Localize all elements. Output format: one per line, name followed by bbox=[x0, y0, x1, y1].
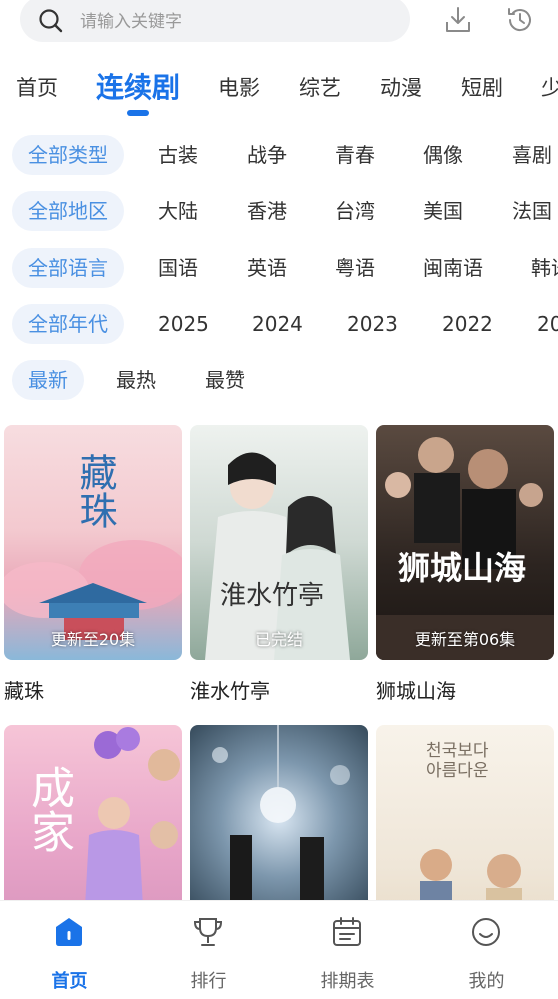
filter-chip[interactable]: 青春 bbox=[335, 135, 375, 175]
filter-row-year: 全部年代 2025 2024 2023 2022 20 bbox=[0, 304, 558, 346]
filter-chip[interactable]: 台湾 bbox=[335, 191, 375, 231]
filter-chip[interactable]: 英语 bbox=[247, 248, 287, 288]
filter-chip[interactable]: 全部类型 bbox=[12, 135, 124, 175]
filter-chip[interactable]: 香港 bbox=[247, 191, 287, 231]
nav-label: 首页 bbox=[51, 971, 88, 992]
filter-chip[interactable]: 战争 bbox=[247, 135, 287, 175]
tab-anime[interactable]: 动漫 bbox=[380, 72, 422, 102]
tab-more[interactable]: 少 bbox=[541, 72, 558, 102]
show-title: 淮水竹亭 bbox=[190, 679, 270, 703]
sort-chip-hot[interactable]: 最热 bbox=[116, 360, 156, 400]
trophy-icon bbox=[193, 918, 223, 946]
home-icon bbox=[56, 918, 82, 946]
profile-icon bbox=[472, 918, 500, 946]
filter-chip[interactable]: 喜剧 bbox=[512, 135, 552, 175]
poster-title-text: 淮水竹亭 bbox=[220, 581, 325, 611]
nav-label: 我的 bbox=[468, 971, 505, 992]
episode-badge: 更新至第06集 bbox=[414, 630, 516, 649]
poster-title-text: 천국보다 아름다운 bbox=[426, 741, 489, 781]
filter-chip[interactable]: 国语 bbox=[158, 248, 198, 288]
tab-series[interactable]: 连续剧 bbox=[96, 66, 180, 106]
download-icon[interactable] bbox=[442, 4, 474, 36]
nav-item-home[interactable]: 首页 bbox=[0, 901, 139, 999]
nav-item-profile[interactable]: 我的 bbox=[417, 901, 556, 999]
sort-chip-latest[interactable]: 最新 bbox=[12, 360, 84, 400]
sort-chip-liked[interactable]: 最赞 bbox=[205, 360, 245, 400]
tab-home[interactable]: 首页 bbox=[16, 72, 58, 102]
nav-item-rank[interactable]: 排行 bbox=[139, 901, 278, 999]
episode-badge: 已完结 bbox=[254, 630, 303, 649]
search-bar[interactable]: 请输入关键字 bbox=[20, 0, 410, 42]
tab-short-drama[interactable]: 短剧 bbox=[461, 72, 503, 102]
poster-image: 狮城山海 更新至第06集 bbox=[376, 425, 554, 660]
nav-label: 排期表 bbox=[320, 971, 375, 992]
nav-label: 排行 bbox=[190, 971, 227, 992]
poster-image: 淮水竹亭 已完结 bbox=[190, 425, 368, 660]
filter-chip[interactable]: 闽南语 bbox=[423, 248, 483, 288]
filter-chip[interactable]: 2025 bbox=[158, 304, 209, 344]
show-title: 狮城山海 bbox=[376, 679, 456, 703]
history-icon[interactable] bbox=[504, 4, 536, 36]
filter-row-language: 全部语言 国语 英语 粤语 闽南语 韩语 bbox=[0, 248, 558, 290]
poster-title-text: 成家 bbox=[23, 765, 74, 853]
filter-chip[interactable]: 偶像 bbox=[423, 135, 463, 175]
poster-image: 藏珠 更新至20集 bbox=[4, 425, 182, 660]
tab-variety[interactable]: 综艺 bbox=[299, 72, 341, 102]
filter-chip[interactable]: 全部年代 bbox=[12, 304, 124, 344]
show-title: 藏珠 bbox=[4, 679, 44, 703]
filter-chip[interactable]: 全部语言 bbox=[12, 248, 124, 288]
filter-chip[interactable]: 法国 bbox=[512, 191, 552, 231]
poster-title-text: 藏珠 bbox=[73, 453, 117, 529]
filter-chip[interactable]: 韩语 bbox=[531, 248, 558, 288]
filter-row-type: 全部类型 古装 战争 青春 偶像 喜剧 bbox=[0, 135, 558, 177]
filter-chip[interactable]: 大陆 bbox=[158, 191, 198, 231]
filter-chip[interactable]: 2023 bbox=[347, 304, 398, 344]
search-icon bbox=[39, 9, 63, 33]
calendar-icon bbox=[333, 917, 361, 946]
filter-row-region: 全部地区 大陆 香港 台湾 美国 法国 bbox=[0, 191, 558, 233]
filter-chip[interactable]: 粤语 bbox=[335, 248, 375, 288]
filter-chip[interactable]: 美国 bbox=[423, 191, 463, 231]
poster-art bbox=[205, 452, 350, 660]
tab-movie[interactable]: 电影 bbox=[218, 72, 260, 102]
active-tab-indicator bbox=[127, 110, 149, 116]
filter-chip[interactable]: 2022 bbox=[442, 304, 493, 344]
filter-chip[interactable]: 全部地区 bbox=[12, 191, 124, 231]
bottom-nav: 首页 排行 排期表 我的 bbox=[0, 900, 558, 999]
nav-item-schedule[interactable]: 排期表 bbox=[278, 901, 417, 999]
sort-row: 最新 最热 最赞 bbox=[0, 360, 558, 402]
filter-chip[interactable]: 2024 bbox=[252, 304, 303, 344]
category-tabs: 首页 连续剧 电影 综艺 动漫 短剧 少 bbox=[0, 62, 558, 122]
poster-title-text: 狮城山海 bbox=[398, 549, 527, 587]
filter-chip[interactable]: 古装 bbox=[158, 135, 198, 175]
top-bar: 请输入关键字 bbox=[0, 0, 558, 48]
search-input[interactable]: 请输入关键字 bbox=[80, 7, 182, 32]
filter-chip[interactable]: 20 bbox=[537, 304, 558, 344]
episode-badge: 更新至20集 bbox=[50, 630, 136, 649]
